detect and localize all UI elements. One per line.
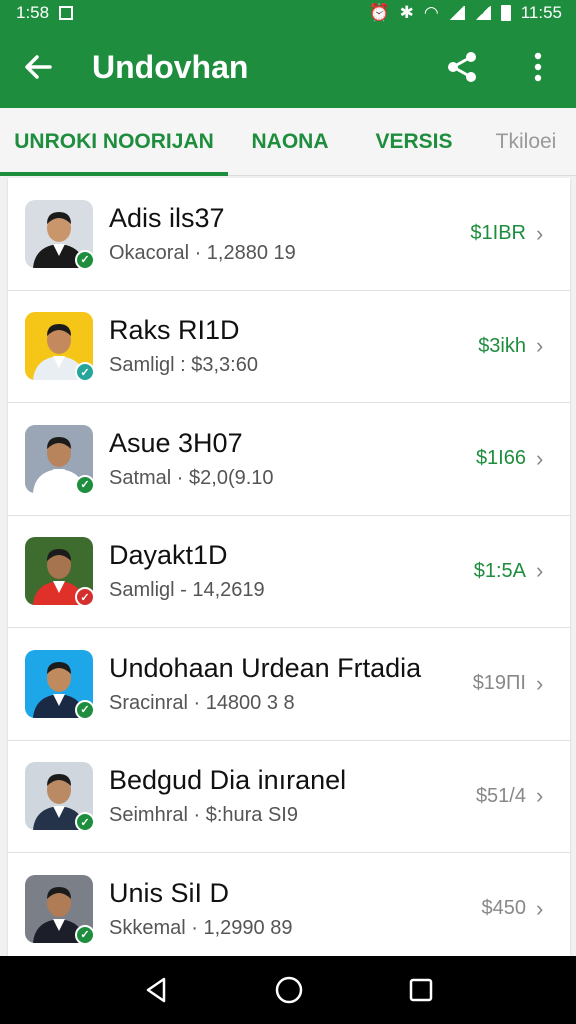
more-vert-icon [534,52,542,82]
alarm-icon: ⏰ [368,3,390,22]
wifi-icon: ◠ [423,3,439,22]
chevron-right-icon: › [536,895,544,921]
more-options-button[interactable] [500,26,576,108]
bluetooth-icon: ✱ [399,3,414,22]
list-item-name: Undohaan Urdean Frtadia [109,652,422,683]
avatar: ✓ [25,537,95,608]
list-item[interactable]: ✓ Unis SiI D Skkemal · 1,2990 89 $450 › [8,853,570,956]
back-button[interactable] [0,26,76,108]
battery-icon [500,5,511,21]
status-time-right: 11:55 [520,3,562,22]
avatar: ✓ [25,424,95,495]
list-item-name: Unis SiI D [109,877,230,908]
list-item[interactable]: ✓ Adis ils37 Okacoral · 1,2880 19 $1IBR … [8,178,570,291]
avatar: ✓ [25,312,95,383]
tab-tkiloei[interactable]: Tkiloei [476,108,576,176]
chevron-right-icon: › [536,445,544,471]
list-item-name: Dayakt1D [109,540,228,571]
list-item-name: Bedgud Dia inıranel [109,765,347,796]
verified-check-icon: ✓ [75,924,95,945]
signal-icon [448,6,465,20]
system-nav-bar [0,956,576,1024]
verified-check-icon: ✓ [75,699,95,720]
list-item[interactable]: ✓ Bedgud Dia inıranel Seimhral · $:hura … [8,741,570,853]
list-item-name: Asue 3H07 [109,427,243,458]
list-item-subtitle: Okacoral · 1,2880 19 [109,241,296,264]
list-item[interactable]: ✓ Raks RI1D Samligl : $3,3:60 $3ikh › [8,291,570,403]
list-item-amount: $1IBR [470,222,526,245]
avatar: ✓ [25,649,95,720]
list-item-amount: $450 [481,897,527,920]
avatar: ✓ [25,762,95,833]
notification-icon [59,6,74,20]
list-item-amount: $51/4 [475,784,526,807]
share-icon [448,52,476,82]
list-item-amount: $19ПI [472,672,526,695]
list-item-amount: $1I66 [475,447,526,470]
verified-check-icon: ✓ [75,249,95,270]
list-item-name: Raks RI1D [109,315,240,346]
tab-label: UNROKI NOORIJAN [14,129,214,153]
verified-check-icon: ✓ [75,812,95,833]
tab-unroki-noorijan[interactable]: UNROKI NOORIJAN [0,108,228,176]
list-item-amount: $1:5A [473,559,526,582]
tab-label: VERSIS [375,129,453,153]
tab-label: Tkiloei [495,129,557,153]
verified-check-icon: ✓ [75,587,95,608]
avatar: ✓ [25,874,95,945]
list-item[interactable]: ✓ Dayakt1D Samligl - 14,2619 $1:5A › [8,516,570,628]
list-item-subtitle: Samligl - 14,2619 [109,579,265,602]
contact-list: ✓ Adis ils37 Okacoral · 1,2880 19 $1IBR … [8,178,570,956]
list-item-subtitle: Samligl : $3,3:60 [109,354,258,377]
chevron-right-icon: › [536,670,544,696]
tab-label: NAONA [251,129,329,153]
list-item-subtitle: Satmal · $2,0(9.10 [109,466,274,489]
avatar: ✓ [25,199,95,270]
list-item-amount: $3ikh [478,334,526,357]
chevron-right-icon: › [536,783,544,809]
status-time-left: 1:58 [16,3,50,22]
tab-versis[interactable]: VERSIS [352,108,476,176]
list-item-name: Adis ils37 [109,202,225,233]
list-item-subtitle: Seimhral · $:hura SI9 [109,804,298,827]
verified-check-icon: ✓ [75,362,95,383]
list-item[interactable]: ✓ Undohaan Urdean Frtadia Sracinral · 14… [8,628,570,741]
list-item-subtitle: Sracinral · 14800 3 8 [109,691,295,714]
arrow-left-icon [25,55,52,79]
verified-check-icon: ✓ [75,474,95,495]
status-bar: 1:58 ⏰ ✱ ◠ 11:55 [0,0,576,26]
signal-icon-2 [474,6,491,20]
chevron-right-icon: › [536,558,544,584]
page-title: Undovhan [92,48,249,85]
list-item[interactable]: ✓ Asue 3H07 Satmal · $2,0(9.10 $1I66 › [8,403,570,516]
app-bar: Undovhan [0,26,576,108]
share-button[interactable] [424,26,500,108]
chevron-right-icon: › [536,333,544,359]
chevron-right-icon: › [536,220,544,246]
list-item-subtitle: Skkemal · 1,2990 89 [109,916,293,939]
tab-bar: UNROKI NOORIJAN NAONA VERSIS Tkiloei [0,108,576,176]
triangle-back-icon[interactable] [142,976,170,1004]
tab-naona[interactable]: NAONA [228,108,352,176]
square-recents-icon[interactable] [408,977,434,1003]
circle-home-icon[interactable] [274,975,304,1005]
